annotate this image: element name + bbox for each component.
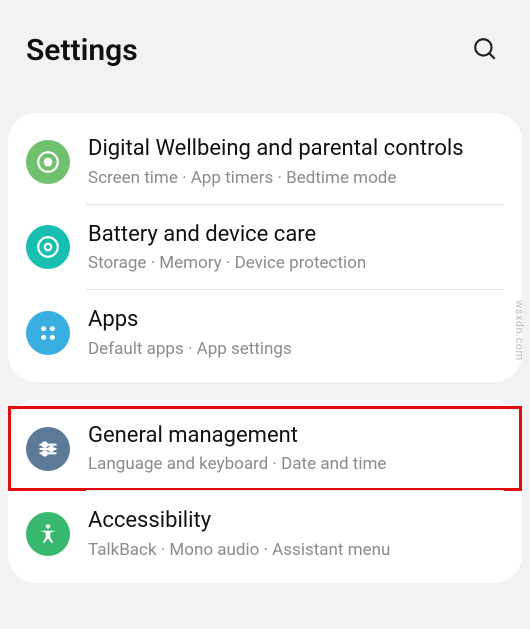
settings-group-2: General management Language and keyboard… bbox=[8, 400, 522, 583]
item-subtitle: TalkBack · Mono audio · Assistant menu bbox=[88, 539, 504, 561]
accessibility-icon bbox=[26, 512, 70, 556]
settings-item-digital-wellbeing[interactable]: Digital Wellbeing and parental controls … bbox=[8, 119, 522, 205]
page-title: Settings bbox=[26, 33, 138, 68]
item-text: Battery and device care Storage · Memory… bbox=[88, 221, 504, 275]
item-text: General management Language and keyboard… bbox=[88, 422, 504, 476]
settings-item-battery-care[interactable]: Battery and device care Storage · Memory… bbox=[8, 205, 522, 291]
settings-item-apps[interactable]: Apps Default apps · App settings bbox=[8, 290, 522, 376]
item-subtitle: Storage · Memory · Device protection bbox=[88, 252, 504, 274]
item-title: General management bbox=[88, 422, 504, 450]
item-text: Apps Default apps · App settings bbox=[88, 306, 504, 360]
item-text: Digital Wellbeing and parental controls … bbox=[88, 135, 504, 189]
digital-wellbeing-icon bbox=[26, 140, 70, 184]
battery-care-icon bbox=[26, 225, 70, 269]
apps-icon bbox=[26, 311, 70, 355]
settings-group-1: Digital Wellbeing and parental controls … bbox=[8, 113, 522, 382]
item-title: Accessibility bbox=[88, 507, 504, 535]
item-subtitle: Screen time · App timers · Bedtime mode bbox=[88, 167, 504, 189]
search-icon bbox=[472, 36, 498, 62]
general-management-icon bbox=[26, 427, 70, 471]
settings-item-accessibility[interactable]: Accessibility TalkBack · Mono audio · As… bbox=[8, 491, 522, 577]
item-text: Accessibility TalkBack · Mono audio · As… bbox=[88, 507, 504, 561]
search-button[interactable] bbox=[466, 30, 504, 71]
item-title: Digital Wellbeing and parental controls bbox=[88, 135, 504, 163]
settings-item-general-management[interactable]: General management Language and keyboard… bbox=[8, 406, 522, 492]
item-title: Battery and device care bbox=[88, 221, 504, 249]
item-subtitle: Default apps · App settings bbox=[88, 338, 504, 360]
item-title: Apps bbox=[88, 306, 504, 334]
watermark: wsxdn.com bbox=[513, 300, 526, 361]
header: Settings bbox=[0, 0, 530, 113]
item-subtitle: Language and keyboard · Date and time bbox=[88, 453, 504, 475]
